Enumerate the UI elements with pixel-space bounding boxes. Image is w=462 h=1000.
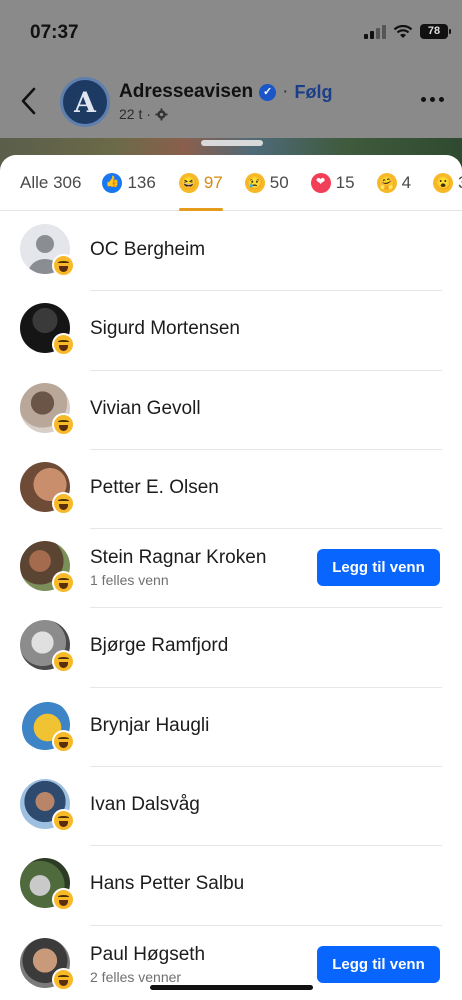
logo-letter: A [74, 85, 96, 119]
person-name[interactable]: Ivan Dalsvåg [90, 794, 200, 816]
page-avatar[interactable]: A [60, 77, 110, 127]
tab-haha-count: 97 [203, 172, 223, 192]
tab-sad[interactable]: 😢 50 [244, 155, 289, 211]
like-icon: 👍 [102, 172, 123, 193]
reactors-list: OC Bergheim Sigurd Mortensen Vivian Gevo… [0, 212, 462, 1000]
post-time: 22 t · [119, 106, 151, 122]
person-name[interactable]: Bjørge Ramfjord [90, 635, 228, 657]
haha-icon: 😆 [178, 172, 199, 193]
separator-dot: · [282, 81, 289, 102]
person-name[interactable]: Hans Petter Salbu [90, 873, 244, 895]
list-item[interactable]: Vivian Gevoll [0, 371, 462, 450]
verified-badge-icon: ✓ [259, 83, 277, 101]
add-friend-button[interactable]: Legg til venn [317, 549, 440, 587]
mutual-friends: 1 felles venn [90, 572, 169, 589]
tab-wow[interactable]: 😮 3 [433, 155, 462, 211]
back-arrow-icon[interactable] [18, 86, 40, 116]
tab-haha[interactable]: 😆 97 [178, 155, 223, 211]
tab-love-count: 15 [335, 172, 355, 192]
haha-reaction-icon [52, 412, 75, 436]
haha-reaction-icon [52, 729, 75, 753]
tab-wow-count: 3 [458, 173, 462, 193]
reactions-sheet: Alle 306 👍 136 😆 97 😢 50 ❤ 15 🤗 4 😮 3 [0, 155, 462, 1000]
haha-reaction-icon [52, 491, 75, 515]
person-name[interactable]: Paul Høgseth [90, 944, 205, 966]
haha-reaction-icon [52, 333, 75, 357]
person-name[interactable]: Brynjar Haugli [90, 715, 209, 737]
person-name[interactable]: Stein Ragnar Kroken [90, 547, 266, 569]
love-icon: ❤ [310, 172, 331, 193]
privacy-gear-icon [155, 107, 168, 121]
list-item[interactable]: Stein Ragnar Kroken 1 felles venn Legg t… [0, 529, 462, 609]
list-item[interactable]: OC Bergheim [0, 212, 462, 292]
sheet-drag-handle[interactable] [201, 140, 263, 146]
add-friend-button[interactable]: Legg til venn [317, 945, 440, 983]
tab-care[interactable]: 🤗 4 [376, 155, 412, 211]
list-item[interactable]: Hans Petter Salbu [0, 846, 462, 926]
more-options-icon[interactable] [421, 97, 444, 102]
wow-icon: 😮 [433, 172, 454, 193]
system-icons: 78 [364, 24, 451, 39]
tab-sad-count: 50 [269, 172, 289, 192]
home-indicator[interactable] [150, 985, 313, 990]
person-name[interactable]: Vivian Gevoll [90, 398, 201, 420]
sad-icon: 😢 [244, 172, 265, 193]
haha-reaction-icon [52, 809, 75, 833]
haha-reaction-icon [52, 254, 75, 277]
tab-like[interactable]: 👍 136 [102, 155, 156, 211]
post-header: A Adresseavisen ✓ · Følg 22 t · [0, 64, 462, 142]
person-name[interactable]: Petter E. Olsen [90, 477, 219, 499]
haha-reaction-icon [52, 650, 75, 674]
status-time: 07:37 [30, 22, 79, 43]
reaction-tabs: Alle 306 👍 136 😆 97 😢 50 ❤ 15 🤗 4 😮 3 [0, 155, 462, 211]
status-bar: 07:37 78 [0, 0, 462, 64]
page-name[interactable]: Adresseavisen [119, 81, 253, 103]
tab-all[interactable]: Alle 306 [20, 155, 81, 211]
person-name[interactable]: Sigurd Mortensen [90, 318, 240, 340]
post-meta: 22 t · [119, 106, 168, 122]
list-item[interactable]: Ivan Dalsvåg [0, 767, 462, 847]
tab-care-count: 4 [401, 172, 412, 192]
cellular-signal-icon [364, 24, 386, 39]
page-name-row: Adresseavisen ✓ · Følg [119, 81, 332, 103]
mutual-friends: 2 felles venner [90, 968, 182, 985]
tab-all-label: Alle 306 [20, 172, 82, 192]
wifi-icon [393, 24, 413, 38]
haha-reaction-icon [52, 888, 75, 912]
follow-button[interactable]: Følg [294, 82, 332, 103]
tab-like-count: 136 [127, 172, 156, 192]
person-name[interactable]: OC Bergheim [90, 239, 205, 261]
list-item[interactable]: Brynjar Haugli [0, 688, 462, 768]
haha-reaction-icon [52, 967, 75, 991]
list-item[interactable]: Sigurd Mortensen [0, 291, 462, 371]
tab-love[interactable]: ❤ 15 [310, 155, 355, 211]
list-item[interactable]: Bjørge Ramfjord [0, 608, 462, 688]
care-icon: 🤗 [376, 172, 397, 193]
list-item[interactable]: Petter E. Olsen [0, 450, 462, 530]
battery-icon: 78 [420, 24, 451, 39]
haha-reaction-icon [52, 571, 75, 595]
